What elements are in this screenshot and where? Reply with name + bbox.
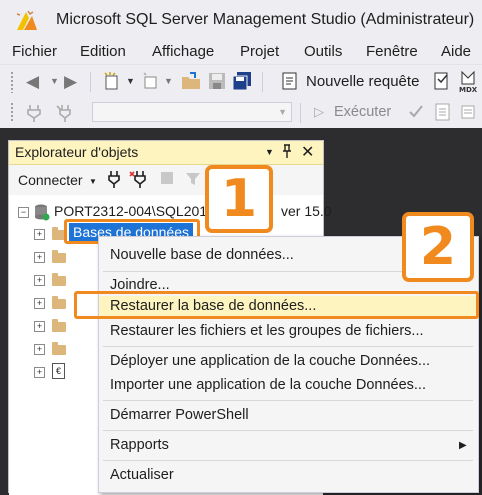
stop-icon[interactable] bbox=[161, 172, 173, 184]
folder-icon bbox=[52, 319, 66, 332]
menu-item-refresh[interactable]: Actualiser bbox=[110, 467, 174, 483]
menu-item-import-data-tier[interactable]: Importer une application de la couche Do… bbox=[110, 377, 426, 393]
menu-separator bbox=[103, 460, 473, 461]
svg-text:MDX: MDX bbox=[459, 86, 478, 94]
pin-icon[interactable] bbox=[281, 143, 293, 164]
new-project-icon[interactable] bbox=[102, 71, 120, 91]
sql-editor-toolbar: ▼ ▷ Exécuter bbox=[0, 98, 482, 128]
menu-item-start-powershell[interactable]: Démarrer PowerShell bbox=[110, 407, 249, 423]
step-badge-2: 2 bbox=[402, 212, 474, 282]
toolbar-separator bbox=[300, 103, 301, 123]
standard-toolbar: ◀ ▼ ▶ ▼ ▼ Nouvelle requête MDX bbox=[0, 64, 482, 99]
database-query-icon[interactable] bbox=[432, 71, 452, 93]
menu-bar: Fichier Edition Affichage Projet Outils … bbox=[0, 40, 482, 64]
toolbar-separator bbox=[262, 72, 263, 92]
back-icon[interactable]: ◀ bbox=[26, 73, 39, 90]
menu-item-new-database[interactable]: Nouvelle base de données... bbox=[110, 247, 294, 263]
menu-view[interactable]: Affichage bbox=[152, 43, 214, 60]
folder-icon bbox=[52, 250, 66, 263]
results-grid-icon[interactable] bbox=[434, 102, 452, 124]
collapse-icon[interactable]: − bbox=[18, 207, 29, 218]
submenu-arrow-icon: ▶ bbox=[459, 440, 467, 451]
object-explorer-header: Explorateur d'objets ▼ ✕ bbox=[9, 141, 323, 165]
chevron-down-icon[interactable]: ▼ bbox=[265, 147, 274, 157]
folder-icon bbox=[52, 296, 66, 309]
chevron-down-icon[interactable]: ▼ bbox=[164, 77, 173, 86]
mdx-query-icon[interactable]: MDX bbox=[458, 70, 480, 96]
execute-button[interactable]: Exécuter bbox=[334, 104, 391, 120]
new-query-button[interactable]: Nouvelle requête bbox=[306, 73, 419, 90]
connect-server-icon[interactable] bbox=[107, 170, 121, 193]
change-connection-icon[interactable] bbox=[56, 104, 74, 124]
toolbar-grip[interactable] bbox=[10, 102, 14, 122]
connect-dropdown[interactable]: Connecter bbox=[18, 172, 83, 188]
chevron-down-icon[interactable]: ▼ bbox=[126, 77, 135, 86]
chevron-down-icon[interactable]: ▼ bbox=[278, 108, 287, 117]
expand-icon[interactable]: + bbox=[34, 275, 45, 286]
filter-icon[interactable] bbox=[185, 171, 201, 192]
expand-icon[interactable]: + bbox=[34, 252, 45, 263]
checkmark-icon[interactable] bbox=[408, 104, 424, 122]
connect-icon[interactable] bbox=[26, 104, 42, 124]
server-icon bbox=[34, 203, 50, 226]
menu-window[interactable]: Fenêtre bbox=[366, 43, 418, 60]
menu-separator bbox=[103, 346, 473, 347]
database-select[interactable]: ▼ bbox=[92, 102, 292, 122]
menu-item-deploy-data-tier[interactable]: Déployer une application de la couche Do… bbox=[110, 353, 430, 369]
menu-help[interactable]: Aide bbox=[441, 43, 471, 60]
server-version: ver 15.0 bbox=[281, 203, 332, 219]
menu-item-reports[interactable]: Rapports bbox=[110, 437, 169, 453]
menu-separator bbox=[103, 400, 473, 401]
expand-icon[interactable]: + bbox=[34, 344, 45, 355]
disconnect-icon[interactable] bbox=[129, 170, 149, 193]
menu-item-restore-files[interactable]: Restaurer les fichiers et les groupes de… bbox=[110, 323, 424, 339]
expand-icon[interactable]: + bbox=[34, 298, 45, 309]
server-node[interactable]: PORT2312-004\SQL201 bbox=[54, 203, 207, 219]
workspace-background bbox=[0, 128, 482, 140]
menu-file[interactable]: Fichier bbox=[12, 43, 57, 60]
save-all-icon[interactable] bbox=[232, 71, 252, 93]
close-icon[interactable]: ✕ bbox=[301, 142, 314, 162]
menu-separator bbox=[103, 430, 473, 431]
title-bar: Microsoft SQL Server Management Studio (… bbox=[0, 0, 482, 40]
toolbar-grip[interactable] bbox=[10, 71, 14, 93]
open-file-icon[interactable] bbox=[180, 71, 202, 93]
object-explorer-toolbar: Connecter ▼ bbox=[9, 167, 323, 193]
expand-icon[interactable]: + bbox=[34, 229, 45, 240]
forward-icon[interactable]: ▶ bbox=[64, 73, 77, 90]
highlight-box-restore bbox=[74, 291, 479, 319]
add-item-icon[interactable] bbox=[140, 71, 160, 93]
window-title: Microsoft SQL Server Management Studio (… bbox=[56, 11, 475, 28]
chevron-down-icon[interactable]: ▼ bbox=[50, 77, 59, 86]
menu-edit[interactable]: Edition bbox=[80, 43, 126, 60]
toolbar-separator bbox=[90, 72, 91, 92]
save-icon[interactable] bbox=[208, 72, 226, 92]
menu-project[interactable]: Projet bbox=[240, 43, 279, 60]
chevron-down-icon[interactable]: ▼ bbox=[89, 177, 97, 186]
new-query-icon[interactable] bbox=[280, 71, 300, 93]
menu-tools[interactable]: Outils bbox=[304, 43, 342, 60]
object-explorer-title: Explorateur d'objets bbox=[15, 144, 139, 160]
xevent-profiler-icon: € bbox=[52, 363, 65, 379]
expand-icon[interactable]: + bbox=[34, 321, 45, 332]
expand-icon[interactable]: + bbox=[34, 367, 45, 378]
ssms-app-icon bbox=[14, 8, 40, 34]
play-icon[interactable]: ▷ bbox=[314, 105, 324, 118]
display-plan-icon[interactable] bbox=[460, 102, 478, 124]
folder-icon bbox=[52, 342, 66, 355]
step-badge-1: 1 bbox=[205, 165, 273, 233]
folder-icon bbox=[52, 273, 66, 286]
